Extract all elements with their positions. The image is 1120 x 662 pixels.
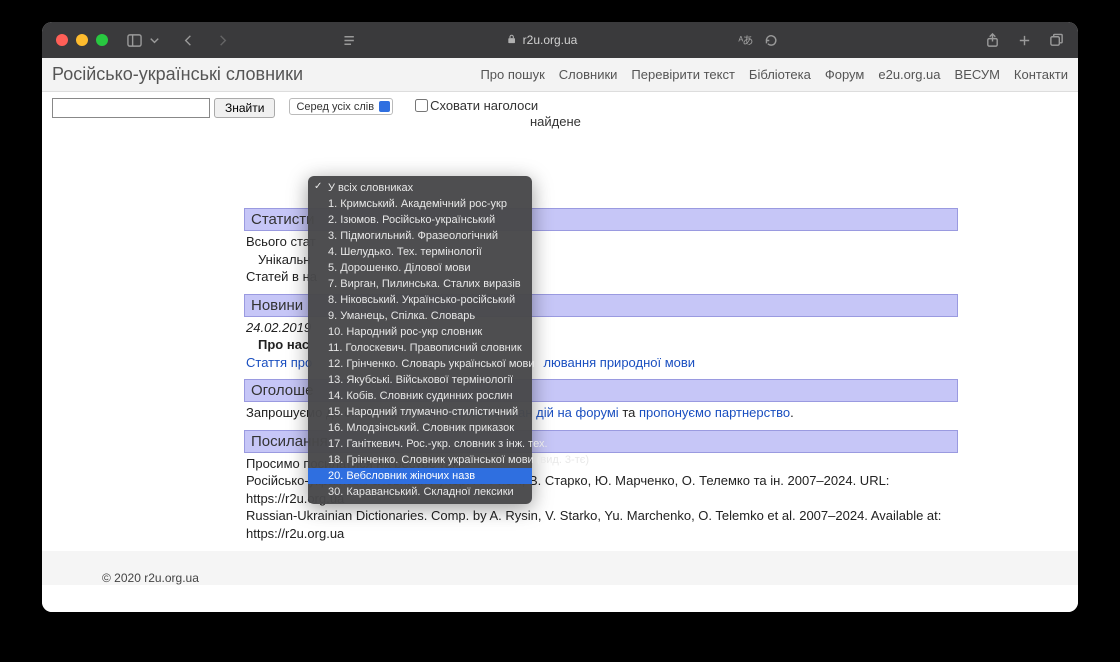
nav-link[interactable]: Про пошук — [480, 67, 544, 82]
news-article-link[interactable]: лювання природної мови — [543, 355, 695, 370]
nav-link[interactable]: Контакти — [1014, 67, 1068, 82]
chevron-down-icon[interactable] — [146, 32, 162, 48]
nav-link[interactable]: Форум — [825, 67, 865, 82]
window-controls — [56, 34, 108, 46]
tabs-overview-icon[interactable] — [1048, 32, 1064, 48]
dropdown-item[interactable]: 8. Ніковський. Українсько-російський — [308, 292, 532, 308]
hide-accents-input[interactable] — [415, 99, 428, 112]
dropdown-item[interactable]: У всіх словниках — [308, 180, 532, 196]
dropdown-item[interactable]: 13. Якубські. Військової термінології — [308, 372, 532, 388]
announce-link-partner[interactable]: пропонуємо партнерство — [639, 405, 790, 420]
dropdown-item[interactable]: 10. Народний рос-укр словник — [308, 324, 532, 340]
dropdown-item[interactable]: 9. Уманець, Спілка. Словарь — [308, 308, 532, 324]
page-content: Російсько-українські словники Про пошук … — [42, 58, 1078, 612]
dropdown-item[interactable]: 15. Народний тлумачно-стилістичний — [308, 404, 532, 420]
nav-link[interactable]: ВЕСУМ — [955, 67, 1000, 82]
dropdown-item[interactable]: 16. Млодзінський. Словник приказок — [308, 420, 532, 436]
hide-accents-label: Сховати наголоси — [430, 98, 538, 113]
browser-window: r2u.org.ua ᴬあ Російсько-українські словн… — [42, 22, 1078, 612]
lock-icon — [507, 33, 517, 47]
dropdown-item[interactable]: 3. Підмогильний. Фразеологічний — [308, 228, 532, 244]
announce-suffix: . — [790, 405, 794, 420]
nav-link[interactable]: e2u.org.ua — [878, 67, 940, 82]
refs-line: Russian-Ukrainian Dictionaries. Comp. by… — [246, 507, 956, 542]
dropdown-item[interactable]: 18. Грінченко. Словник української мови … — [308, 452, 532, 468]
site-title: Російсько-українські словники — [52, 64, 303, 85]
search-row: Знайти Серед усіх слів Сховати наголоси … — [42, 92, 1078, 124]
dropdown-item[interactable]: 17. Ганіткевич. Рос.-укр. словник з інж.… — [308, 436, 532, 452]
reload-icon[interactable] — [763, 32, 779, 48]
forward-button[interactable] — [214, 32, 230, 48]
dropdown-item[interactable]: 20. Вебсловник жіночих назв — [308, 468, 532, 484]
back-button[interactable] — [180, 32, 196, 48]
dropdown-item[interactable]: 5. Дорошенко. Ділової мови — [308, 260, 532, 276]
found-label: найдене — [530, 114, 581, 129]
share-icon[interactable] — [984, 32, 1000, 48]
top-nav: Про пошук Словники Перевірити текст Бібл… — [480, 67, 1068, 82]
close-window-button[interactable] — [56, 34, 68, 46]
announce-mid: та — [619, 405, 639, 420]
dictionary-dropdown[interactable]: У всіх словниках1. Кримський. Академічни… — [308, 176, 532, 504]
dropdown-item[interactable]: 1. Кримський. Академічний рос-укр — [308, 196, 532, 212]
page-header: Російсько-українські словники Про пошук … — [42, 58, 1078, 92]
dropdown-item[interactable]: 11. Голоскевич. Правописний словник — [308, 340, 532, 356]
dropdown-item[interactable]: 14. Кобів. Словник судинних рослин — [308, 388, 532, 404]
nav-link[interactable]: Бібліотека — [749, 67, 811, 82]
dropdown-item[interactable]: 4. Шелудько. Тех. термінології — [308, 244, 532, 260]
dropdown-item[interactable]: 2. Ізюмов. Російсько-український — [308, 212, 532, 228]
hide-accents-checkbox[interactable]: Сховати наголоси — [415, 98, 538, 113]
address-bar[interactable]: r2u.org.ua ᴬあ — [341, 32, 780, 48]
translate-icon[interactable]: ᴬあ — [737, 32, 753, 48]
nav-link[interactable]: Перевірити текст — [631, 67, 734, 82]
sidebar-toggle-icon[interactable] — [126, 32, 142, 48]
new-tab-icon[interactable] — [1016, 32, 1032, 48]
maximize-window-button[interactable] — [96, 34, 108, 46]
dropdown-item[interactable]: 30. Караванський. Складної лексики — [308, 484, 532, 500]
search-input[interactable] — [52, 98, 210, 118]
url-text: r2u.org.ua — [523, 33, 578, 47]
news-article-link-prefix[interactable]: Стаття про — [246, 355, 312, 370]
minimize-window-button[interactable] — [76, 34, 88, 46]
titlebar: r2u.org.ua ᴬあ — [42, 22, 1078, 58]
search-button[interactable]: Знайти — [214, 98, 275, 118]
nav-link[interactable]: Словники — [559, 67, 618, 82]
page-footer: © 2020 r2u.org.ua — [42, 551, 1078, 585]
dropdown-item[interactable]: 12. Грінченко. Словарь української мови — [308, 356, 532, 372]
dropdown-item[interactable]: 7. Вирган, Пилинська. Сталих виразів — [308, 276, 532, 292]
reader-mode-icon[interactable] — [341, 32, 357, 48]
search-mode-select[interactable]: Серед усіх слів — [289, 98, 393, 115]
